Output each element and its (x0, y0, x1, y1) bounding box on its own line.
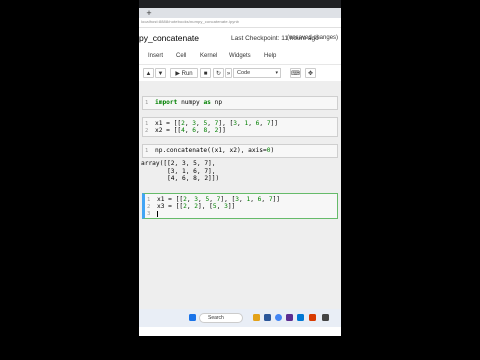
run-button[interactable]: ▶ Run (170, 68, 198, 78)
line-number: 1 (145, 148, 149, 154)
word-icon[interactable] (264, 314, 271, 321)
cell-output: array([[2, 3, 5, 7], [3, 1, 6, 7], [4, 6… (141, 160, 220, 182)
fast-forward-button[interactable]: » (225, 68, 232, 78)
line-number: 2 (145, 128, 149, 134)
code-cell[interactable]: 1 np.concatenate((x1, x2), axis=0) (142, 144, 338, 158)
keyboard-icon: ⌨ (291, 71, 300, 77)
line-number: 3 (147, 211, 151, 217)
expand-icon: ✥ (307, 71, 314, 77)
menu-cell[interactable]: Cell (176, 53, 186, 59)
cell-code: x1 = [[2, 3, 5, 7], [3, 1, 6, 7]] x2 = [… (155, 120, 279, 135)
file-explorer-icon[interactable] (253, 314, 260, 321)
interrupt-button[interactable]: ■ (200, 68, 211, 78)
edge-icon[interactable] (297, 314, 304, 321)
chrome-icon[interactable] (275, 314, 282, 321)
move-up-button[interactable]: ▲ (143, 68, 154, 78)
restart-button[interactable]: ↻ (213, 68, 224, 78)
stop-icon: ■ (203, 71, 208, 77)
cell-code: import numpy as np (155, 99, 223, 106)
taskbar-search[interactable]: Search (199, 313, 243, 323)
arrow-down-icon: ▼ (157, 71, 164, 77)
menu-bar: Insert Cell Kernel Widgets Help (139, 50, 341, 63)
app-icon[interactable] (286, 314, 293, 321)
start-icon[interactable] (189, 314, 196, 321)
keyboard-button[interactable]: ⌨ (290, 68, 301, 78)
menu-widgets[interactable]: Widgets (229, 53, 251, 59)
search-placeholder: Search (208, 315, 224, 321)
code-cell[interactable]: 1 2 x1 = [[2, 3, 5, 7], [3, 1, 6, 7]] x2… (142, 117, 338, 137)
cell-code: np.concatenate((x1, x2), axis=0) (155, 147, 275, 154)
chevron-down-icon: ▾ (275, 70, 278, 76)
new-tab-icon[interactable]: + (145, 8, 153, 18)
cell-type-select[interactable]: Code ▾ (233, 68, 281, 78)
move-down-button[interactable]: ▼ (155, 68, 166, 78)
line-number: 1 (147, 197, 151, 203)
url-text: localhost:8888/notebooks/numpy_concatena… (141, 19, 239, 24)
code-cell-active[interactable]: 1 2 3 x1 = [[2, 3, 5, 7], [3, 1, 6, 7]] … (142, 193, 338, 219)
line-number: 1 (145, 121, 149, 127)
taskbar: Search (139, 309, 341, 327)
title-bar (139, 0, 341, 8)
notebook-title[interactable]: py_concatenate (139, 33, 199, 43)
app-icon[interactable] (322, 314, 329, 321)
run-label: Run (181, 71, 193, 77)
cell-code: x1 = [[2, 3, 5, 7], [3, 1, 6, 7]] x3 = [… (157, 196, 280, 218)
browser-window: + localhost:8888/notebooks/numpy_concate… (139, 0, 341, 336)
play-icon: ▶ (175, 71, 180, 77)
text-cursor (157, 210, 158, 217)
arrow-up-icon: ▲ (145, 71, 152, 77)
line-number: 2 (147, 204, 151, 210)
notebook-toolbar: ▲ ▼ ▶ Run ■ ↻ » Code ▾ ⌨ ✥ (139, 64, 341, 82)
menu-kernel[interactable]: Kernel (200, 53, 217, 59)
app-icon[interactable] (309, 314, 316, 321)
command-palette-button[interactable]: ✥ (305, 68, 316, 78)
unsaved-status: (unsaved changes) (287, 35, 339, 41)
restart-icon: ↻ (215, 71, 222, 77)
fast-forward-icon: » (226, 71, 231, 77)
address-bar[interactable]: localhost:8888/notebooks/numpy_concatena… (139, 18, 341, 28)
menu-insert[interactable]: Insert (148, 53, 163, 59)
code-cell[interactable]: 1 import numpy as np (142, 96, 338, 110)
line-number: 1 (145, 100, 149, 106)
tab-strip (139, 8, 341, 18)
menu-help[interactable]: Help (264, 53, 276, 59)
cell-type-value: Code (237, 70, 251, 76)
